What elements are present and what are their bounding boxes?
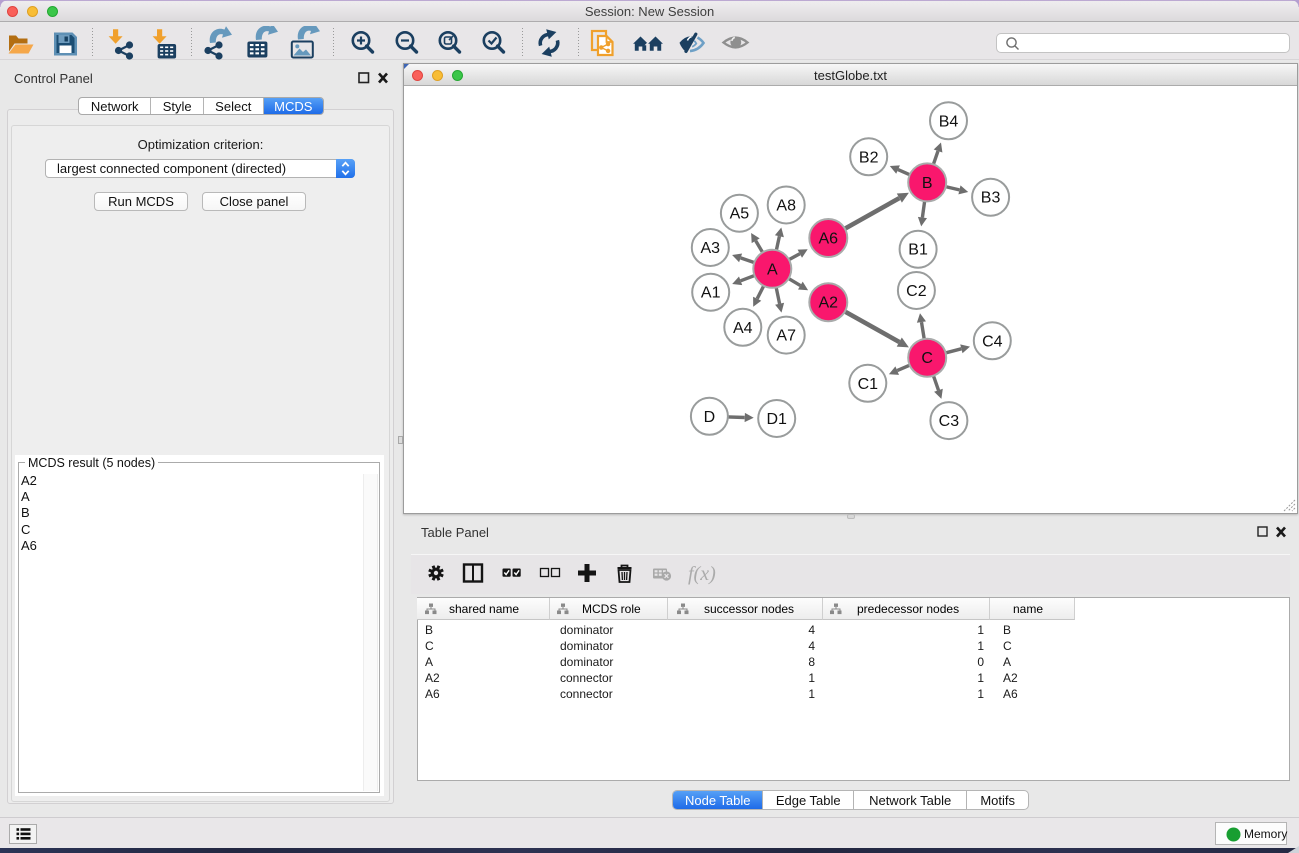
svg-text:A5: A5 bbox=[730, 206, 750, 223]
svg-text:A: A bbox=[767, 261, 778, 278]
svg-text:D: D bbox=[704, 409, 716, 426]
svg-text:B4: B4 bbox=[939, 113, 959, 130]
svg-text:C4: C4 bbox=[982, 333, 1003, 350]
svg-text:A1: A1 bbox=[701, 285, 721, 302]
svg-text:C: C bbox=[921, 350, 933, 367]
svg-text:A2: A2 bbox=[819, 295, 839, 312]
svg-text:B1: B1 bbox=[908, 242, 928, 259]
svg-text:f(x): f(x) bbox=[688, 563, 716, 585]
svg-text:B: B bbox=[922, 175, 933, 192]
svg-text:C2: C2 bbox=[906, 283, 927, 300]
svg-text:A3: A3 bbox=[701, 240, 721, 257]
svg-text:D1: D1 bbox=[766, 411, 787, 428]
svg-text:A4: A4 bbox=[733, 320, 753, 337]
svg-text:C3: C3 bbox=[939, 413, 960, 430]
svg-text:A6: A6 bbox=[819, 231, 839, 248]
svg-text:A8: A8 bbox=[776, 198, 796, 215]
svg-text:C1: C1 bbox=[858, 376, 879, 393]
svg-text:B2: B2 bbox=[859, 149, 879, 166]
svg-text:B3: B3 bbox=[981, 190, 1001, 207]
svg-text:A7: A7 bbox=[776, 328, 796, 345]
